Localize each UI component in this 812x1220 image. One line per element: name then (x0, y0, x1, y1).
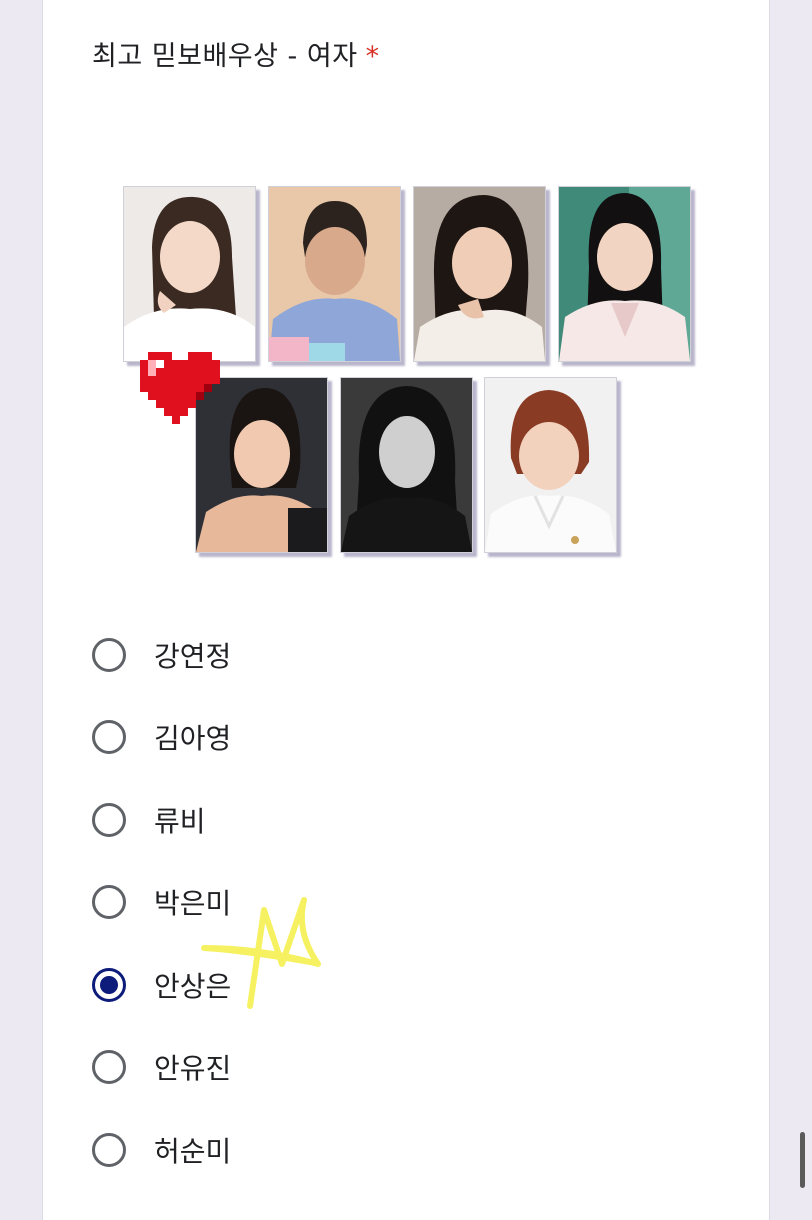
candidate-photo (340, 377, 473, 553)
radio-button-checked[interactable] (92, 968, 126, 1002)
radio-option-label: 강연정 (154, 640, 232, 673)
radio-option-label: 류비 (154, 805, 206, 838)
candidate-photo (413, 186, 546, 362)
radio-option-label: 허순미 (154, 1135, 232, 1168)
radio-button[interactable] (92, 885, 126, 919)
radio-option-label: 안유진 (154, 1052, 232, 1085)
radio-option[interactable]: 류비 (90, 796, 490, 844)
radio-option[interactable]: 강연정 (90, 631, 490, 679)
candidate-photo (484, 377, 617, 553)
candidate-photo-grid (0, 0, 812, 600)
radio-dot-icon (100, 976, 118, 994)
pixel-heart-sticker (140, 352, 220, 424)
radio-option-label: 김아영 (154, 722, 232, 755)
yellow-star-doodle (201, 897, 321, 1009)
radio-button[interactable] (92, 803, 126, 837)
radio-button[interactable] (92, 1133, 126, 1167)
radio-button[interactable] (92, 1050, 126, 1084)
radio-button[interactable] (92, 720, 126, 754)
radio-option[interactable]: 안유진 (90, 1043, 490, 1091)
radio-option[interactable]: 김아영 (90, 713, 490, 761)
radio-option[interactable]: 허순미 (90, 1126, 490, 1174)
scrollbar-thumb[interactable] (800, 1132, 805, 1188)
candidate-photo (558, 186, 691, 362)
radio-button[interactable] (92, 638, 126, 672)
candidate-photo (268, 186, 401, 362)
